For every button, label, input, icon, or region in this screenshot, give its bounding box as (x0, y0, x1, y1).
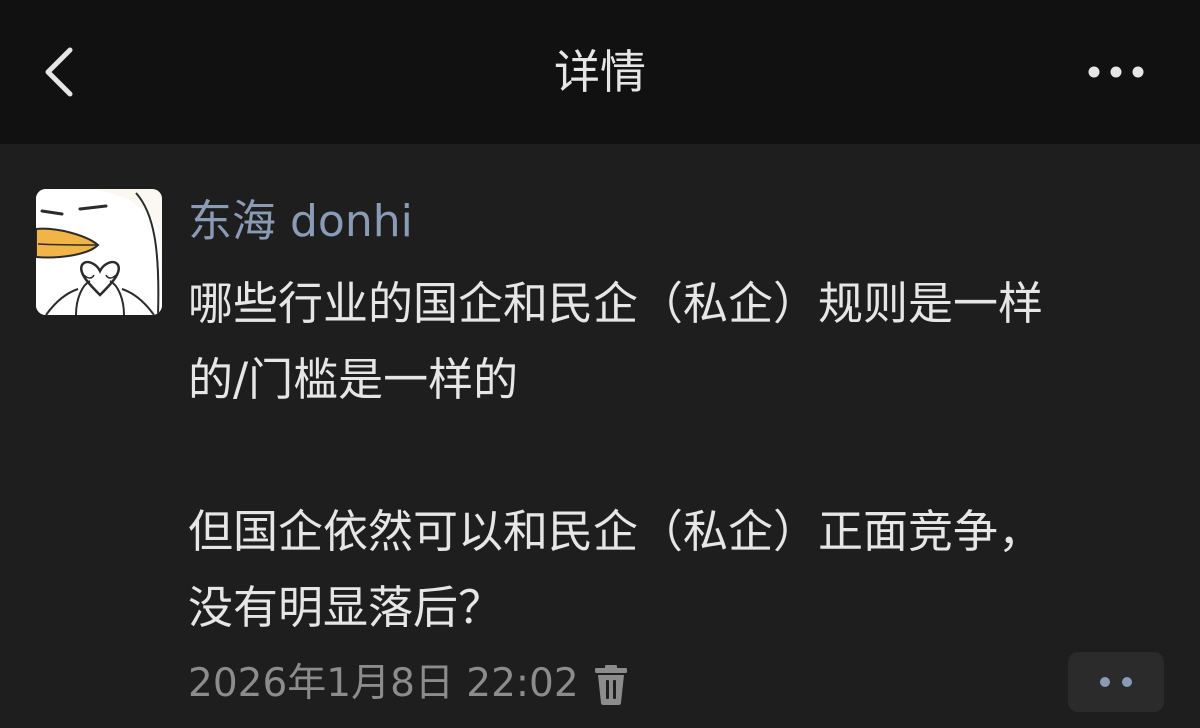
more-options-button[interactable] (1078, 46, 1154, 98)
chevron-left-icon (45, 47, 73, 97)
trash-icon (595, 665, 627, 705)
more-horizontal-icon (1088, 66, 1144, 78)
post-detail: 东海 donhi 哪些行业的国企和民企（私企）规则是一样 的/门槛是一样的 但国… (0, 144, 1200, 728)
post-timestamp: 2026年1月8日 22:02 (188, 661, 579, 706)
more-dots-icon (1100, 677, 1132, 687)
delete-button[interactable] (590, 662, 632, 708)
post-body-text: 哪些行业的国企和民企（私企）规则是一样 的/门槛是一样的 但国企依然可以和民企（… (188, 277, 1044, 634)
author-name[interactable]: 东海 donhi (188, 192, 413, 252)
duck-heart-avatar-icon (36, 189, 162, 315)
avatar[interactable] (36, 189, 162, 315)
page-title: 详情 (554, 45, 646, 99)
back-button[interactable] (30, 40, 90, 104)
top-navigation-bar: 详情 (0, 0, 1200, 144)
comment-action-button[interactable] (1068, 652, 1164, 712)
